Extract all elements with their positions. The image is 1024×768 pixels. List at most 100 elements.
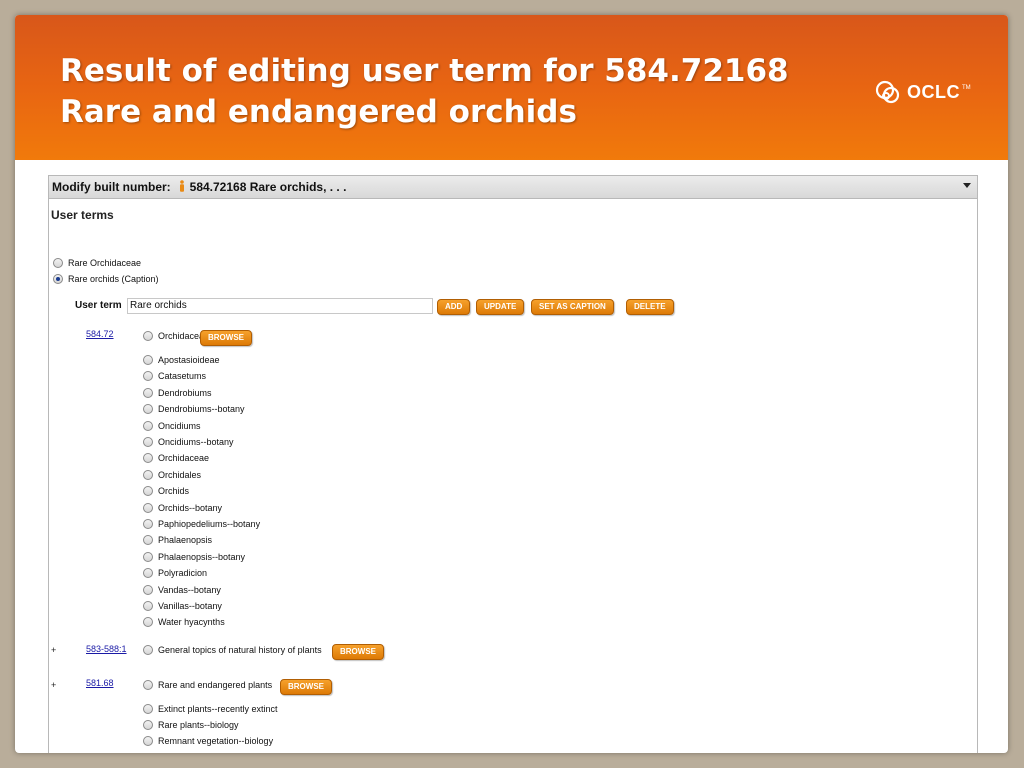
term-label: Rare plants--biology xyxy=(158,720,239,730)
expand-plus-icon[interactable]: + xyxy=(51,645,56,655)
term-option[interactable]: Dendrobiums xyxy=(143,387,212,398)
term-label: Extinct plants--recently extinct xyxy=(158,704,278,714)
panel-header-label: Modify built number: xyxy=(52,180,171,194)
term-option[interactable]: Oncidiums xyxy=(143,420,201,431)
term-radio[interactable] xyxy=(143,704,153,714)
modify-built-number-panel: Modify built number: 584.72168 Rare orch… xyxy=(48,175,978,753)
browse-button[interactable]: BROWSE xyxy=(200,330,252,346)
user-term-option-label: Rare Orchidaceae xyxy=(68,258,142,268)
term-option[interactable]: Vanillas--botany xyxy=(143,601,222,611)
term-option[interactable]: Dendrobiums--botany xyxy=(143,404,245,415)
expand-plus-icon[interactable]: + xyxy=(51,680,56,690)
term-label: Dendrobiums--botany xyxy=(158,404,245,415)
group-heading-radio[interactable] xyxy=(143,645,153,655)
term-label: Phalaenopsis--botany xyxy=(158,551,246,562)
term-option[interactable]: Apostasioideae xyxy=(143,355,220,365)
group-heading-label: General topics of natural history of pla… xyxy=(158,645,322,655)
slide: Result of editing user term for 584.7216… xyxy=(15,15,1008,753)
group-heading-option[interactable]: Rare and endangered plants xyxy=(143,680,272,690)
set-as-caption-button[interactable]: SET AS CAPTION xyxy=(531,299,614,315)
user-term-input[interactable] xyxy=(127,298,433,314)
term-option[interactable]: Water hyacynths xyxy=(143,617,225,628)
term-label: Water hyacynths xyxy=(158,617,225,628)
group-heading-radio[interactable] xyxy=(143,680,153,690)
term-option[interactable]: Extinct plants--recently extinct xyxy=(143,704,278,714)
term-option[interactable]: Orchids--botany xyxy=(143,502,223,513)
oclc-logo-tm: TM xyxy=(962,85,971,91)
panel-header-value: 584.72168 Rare orchids, . . . xyxy=(189,180,347,194)
term-label: Paphiopedeliums--botany xyxy=(158,519,261,529)
person-icon xyxy=(179,179,185,195)
term-label: Remnant vegetation--biology xyxy=(158,736,274,746)
class-number-link[interactable]: 581.68 xyxy=(86,678,114,688)
term-radio[interactable] xyxy=(143,568,153,579)
term-radio[interactable] xyxy=(143,355,153,365)
term-option[interactable]: Vandas--botany xyxy=(143,584,221,595)
add-button[interactable]: ADD xyxy=(437,299,471,315)
class-number-link[interactable]: 584.72 xyxy=(86,329,114,339)
group-heading-label: Rare and endangered plants xyxy=(158,680,273,690)
user-term-radio[interactable] xyxy=(53,258,63,268)
term-label: Polyradicion xyxy=(158,568,208,579)
browse-button[interactable]: BROWSE xyxy=(280,679,332,695)
term-radio[interactable] xyxy=(143,736,153,746)
slide-title-line-1: Result of editing user term for 584.7216… xyxy=(60,53,789,89)
term-radio[interactable] xyxy=(143,551,153,562)
panel-header[interactable]: Modify built number: 584.72168 Rare orch… xyxy=(49,176,977,199)
term-radio[interactable] xyxy=(143,387,153,398)
term-label: Apostasioideae xyxy=(158,355,220,365)
collapse-arrow-icon[interactable] xyxy=(963,183,971,188)
user-term-option[interactable]: Rare orchids (Caption) xyxy=(53,274,159,284)
term-radio[interactable] xyxy=(143,584,153,595)
slide-title-line-2: Rare and endangered orchids xyxy=(60,94,577,130)
user-term-radio[interactable] xyxy=(53,274,63,284)
term-radio[interactable] xyxy=(143,404,153,415)
oclc-logo-text: OCLC xyxy=(907,81,960,102)
oclc-logo-icon xyxy=(875,80,900,104)
term-option[interactable]: Phalaenopsis--botany xyxy=(143,551,246,562)
term-option[interactable]: Polyradicion xyxy=(143,568,208,579)
term-option[interactable]: Paphiopedeliums--botany xyxy=(143,519,260,529)
user-terms-heading: User terms xyxy=(51,208,114,222)
slide-title: Result of editing user term for 584.7216… xyxy=(60,51,789,133)
group-heading-option[interactable]: General topics of natural history of pla… xyxy=(143,645,322,655)
term-radio[interactable] xyxy=(143,601,153,611)
term-label: Dendrobiums xyxy=(158,387,212,398)
term-radio[interactable] xyxy=(143,453,153,464)
term-radio[interactable] xyxy=(143,437,153,447)
term-label: Oncidiums xyxy=(158,420,201,431)
term-label: Vandas--botany xyxy=(158,584,221,595)
user-term-option[interactable]: Rare Orchidaceae xyxy=(53,258,141,268)
title-banner: Result of editing user term for 584.7216… xyxy=(15,15,1008,160)
term-option[interactable]: Phalaenopsis xyxy=(143,535,212,546)
term-option[interactable]: Orchidaceae xyxy=(143,453,210,464)
term-option[interactable]: Orchids xyxy=(143,486,189,497)
group-heading-radio[interactable] xyxy=(143,331,153,341)
oclc-logo: OCLC TM xyxy=(873,75,983,109)
term-option[interactable]: Oncidiums--botany xyxy=(143,437,234,447)
term-radio[interactable] xyxy=(143,519,153,529)
term-radio[interactable] xyxy=(143,486,153,497)
term-radio[interactable] xyxy=(143,535,153,546)
term-option[interactable]: Remnant vegetation--biology xyxy=(143,736,273,746)
term-label: Orchidaceae xyxy=(158,453,210,464)
term-radio[interactable] xyxy=(143,420,153,431)
term-radio[interactable] xyxy=(143,720,153,730)
term-option[interactable]: Orchidales xyxy=(143,469,202,480)
term-label: Vanillas--botany xyxy=(158,601,222,611)
class-number-link[interactable]: 583-588:1 xyxy=(86,644,127,654)
term-option[interactable]: Rare plants--biology xyxy=(143,720,239,730)
term-label: Orchidales xyxy=(158,469,202,480)
term-label: Orchids--botany xyxy=(158,502,223,513)
term-radio[interactable] xyxy=(143,502,153,513)
term-radio[interactable] xyxy=(143,469,153,480)
term-label: Catasetums xyxy=(158,371,207,382)
term-radio[interactable] xyxy=(143,617,153,628)
term-radio[interactable] xyxy=(143,371,153,382)
term-option[interactable]: Catasetums xyxy=(143,371,207,382)
user-term-option-label: Rare orchids (Caption) xyxy=(68,274,159,284)
update-button[interactable]: UPDATE xyxy=(476,299,525,315)
browse-button[interactable]: BROWSE xyxy=(332,644,384,660)
user-term-label: User term xyxy=(75,300,122,311)
delete-button[interactable]: DELETE xyxy=(626,299,674,315)
